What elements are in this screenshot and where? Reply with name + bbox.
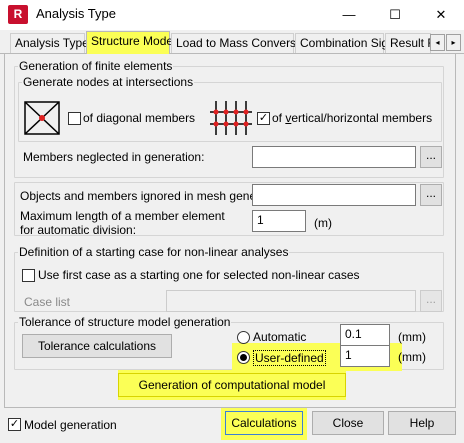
members-neglected-input[interactable] [252,146,416,168]
nodes-group-label: Generate nodes at intersections [22,75,195,89]
close-window-button[interactable]: ✕ [418,0,464,30]
diagonal-members-label: of diagonal members [83,111,196,125]
max-length-label-line1: Maximum length of a member element [20,209,225,223]
vertical-horizontal-members-icon [210,101,252,135]
automatic-label: Automatic [253,330,307,344]
max-length-input[interactable]: 1 [252,210,306,232]
tab-analysis-types[interactable]: Analysis Types [10,33,95,53]
tab-load-to-mass-conversion[interactable]: Load to Mass Conversion [171,33,312,53]
members-neglected-label: Members neglected in generation: [23,150,205,164]
user-defined-tolerance-input[interactable]: 1 [340,345,390,367]
diagonal-members-checkbox[interactable] [68,112,81,125]
vertical-horizontal-members-label: of vertical/horizontal members [272,111,433,125]
objects-ignored-label: Objects and members ignored in mesh gene… [20,189,252,203]
max-length-unit: (m) [314,216,332,230]
nonlinear-group-label: Definition of a starting case for non-li… [18,245,290,259]
diagonal-members-icon [24,101,60,135]
tab-result-files[interactable]: Result Fi [385,33,431,53]
tab-combination-sign[interactable]: Combination Sign [295,33,395,53]
tab-scroll-right-button[interactable]: ▸ [446,34,461,51]
maximize-button[interactable]: ☐ [372,0,418,30]
vertical-horizontal-members-checkbox[interactable]: ✓ [257,112,270,125]
use-first-case-label: Use first case as a starting one for sel… [38,268,360,282]
minimize-button[interactable]: — [326,0,372,30]
automatic-tolerance-input[interactable]: 0.1 [340,324,390,346]
tab-structure-model[interactable]: Structure Model [86,31,176,55]
generation-of-computational-model-button[interactable]: Generation of computational model [118,373,346,397]
objects-ignored-input[interactable] [252,184,416,206]
automatic-radio[interactable] [237,331,250,344]
members-neglected-browse-button[interactable]: ... [420,146,442,168]
user-defined-radio[interactable] [237,351,250,364]
window-title: Analysis Type [36,6,116,21]
use-first-case-checkbox[interactable] [22,269,35,282]
user-defined-unit: (mm) [398,350,426,364]
case-list-browse-button[interactable]: ... [420,290,442,312]
max-length-label-line2: for automatic division: [20,223,137,237]
automatic-unit: (mm) [398,330,426,344]
case-list-input[interactable] [166,290,416,312]
help-button[interactable]: Help [388,411,456,435]
tab-scroll-left-button[interactable]: ◂ [430,34,445,51]
model-generation-label: Model generation [24,418,117,432]
tolerance-group-label: Tolerance of structure model generation [18,315,232,329]
objects-ignored-browse-button[interactable]: ... [420,184,442,206]
model-generation-checkbox[interactable]: ✓ [8,418,21,431]
close-button[interactable]: Close [312,411,384,435]
calculations-button[interactable]: Calculations [225,411,303,435]
generation-group-label: Generation of finite elements [18,59,174,73]
tolerance-calculations-button[interactable]: Tolerance calculations [22,334,172,358]
case-list-label: Case list [24,295,71,309]
app-icon: R [8,5,28,24]
user-defined-label: User-defined [253,350,326,366]
